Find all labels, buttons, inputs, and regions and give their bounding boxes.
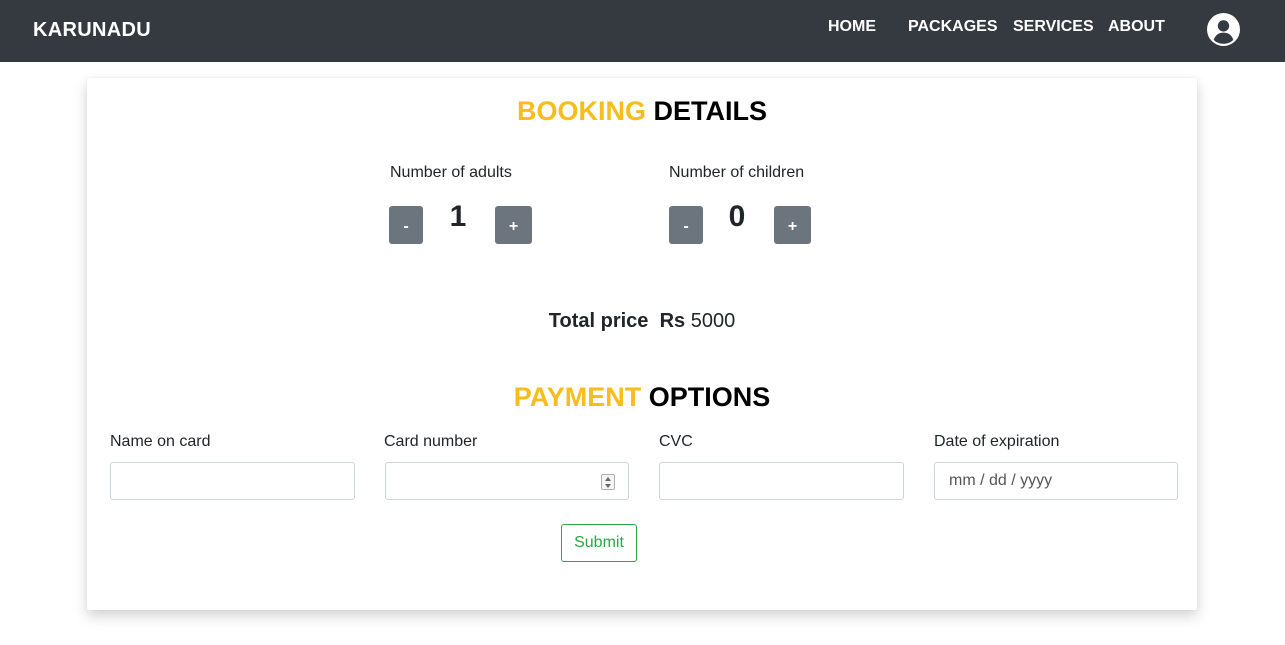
total-price-currency: Rs (659, 310, 686, 332)
adults-increment-button[interactable]: + (495, 206, 532, 244)
cvc-input[interactable] (659, 462, 904, 500)
number-spinner-icon[interactable] (601, 474, 615, 490)
brand-logo[interactable]: KARUNADU (33, 19, 151, 42)
user-circle-icon[interactable] (1207, 13, 1240, 46)
adults-count: 1 (449, 200, 467, 233)
children-label: Number of children (669, 164, 805, 181)
nav-link-home[interactable]: HOME (828, 18, 876, 36)
adults-decrement-button[interactable]: - (389, 206, 423, 244)
expiration-date-placeholder: mm / dd / yyyy (949, 472, 1053, 489)
cvc-label: CVC (659, 433, 693, 450)
card-number-label: Card number (384, 433, 478, 450)
submit-button[interactable]: Submit (561, 524, 637, 562)
nav-link-packages[interactable]: PACKAGES (908, 18, 998, 36)
booking-heading-accent: BOOKING (516, 96, 646, 126)
expiration-date-label: Date of expiration (934, 433, 1060, 450)
name-on-card-label: Name on card (110, 433, 211, 450)
children-increment-button[interactable]: + (774, 206, 811, 244)
total-price: Total price Rs 5000 (87, 310, 1197, 333)
booking-card: BOOKING DETAILS Number of adults - 1 + N… (87, 78, 1197, 610)
name-on-card-input[interactable] (110, 462, 355, 500)
nav-link-services[interactable]: SERVICES (1013, 18, 1094, 36)
total-price-amount: 5000 (690, 310, 736, 332)
children-decrement-button[interactable]: - (669, 206, 703, 244)
payment-heading-accent: PAYMENT (513, 382, 642, 412)
total-price-label: Total price (548, 310, 649, 332)
payment-options-heading: PAYMENT OPTIONS (87, 382, 1197, 413)
children-count: 0 (728, 200, 746, 233)
navbar: KARUNADU HOME PACKAGES SERVICES ABOUT (0, 0, 1285, 62)
adults-label: Number of adults (390, 164, 512, 181)
booking-details-heading: BOOKING DETAILS (87, 96, 1197, 127)
booking-heading-rest: DETAILS (653, 96, 768, 126)
card-number-input[interactable] (385, 462, 629, 500)
nav-link-about[interactable]: ABOUT (1108, 18, 1165, 36)
expiration-date-input[interactable]: mm / dd / yyyy (934, 462, 1178, 500)
payment-heading-rest: OPTIONS (648, 382, 771, 412)
